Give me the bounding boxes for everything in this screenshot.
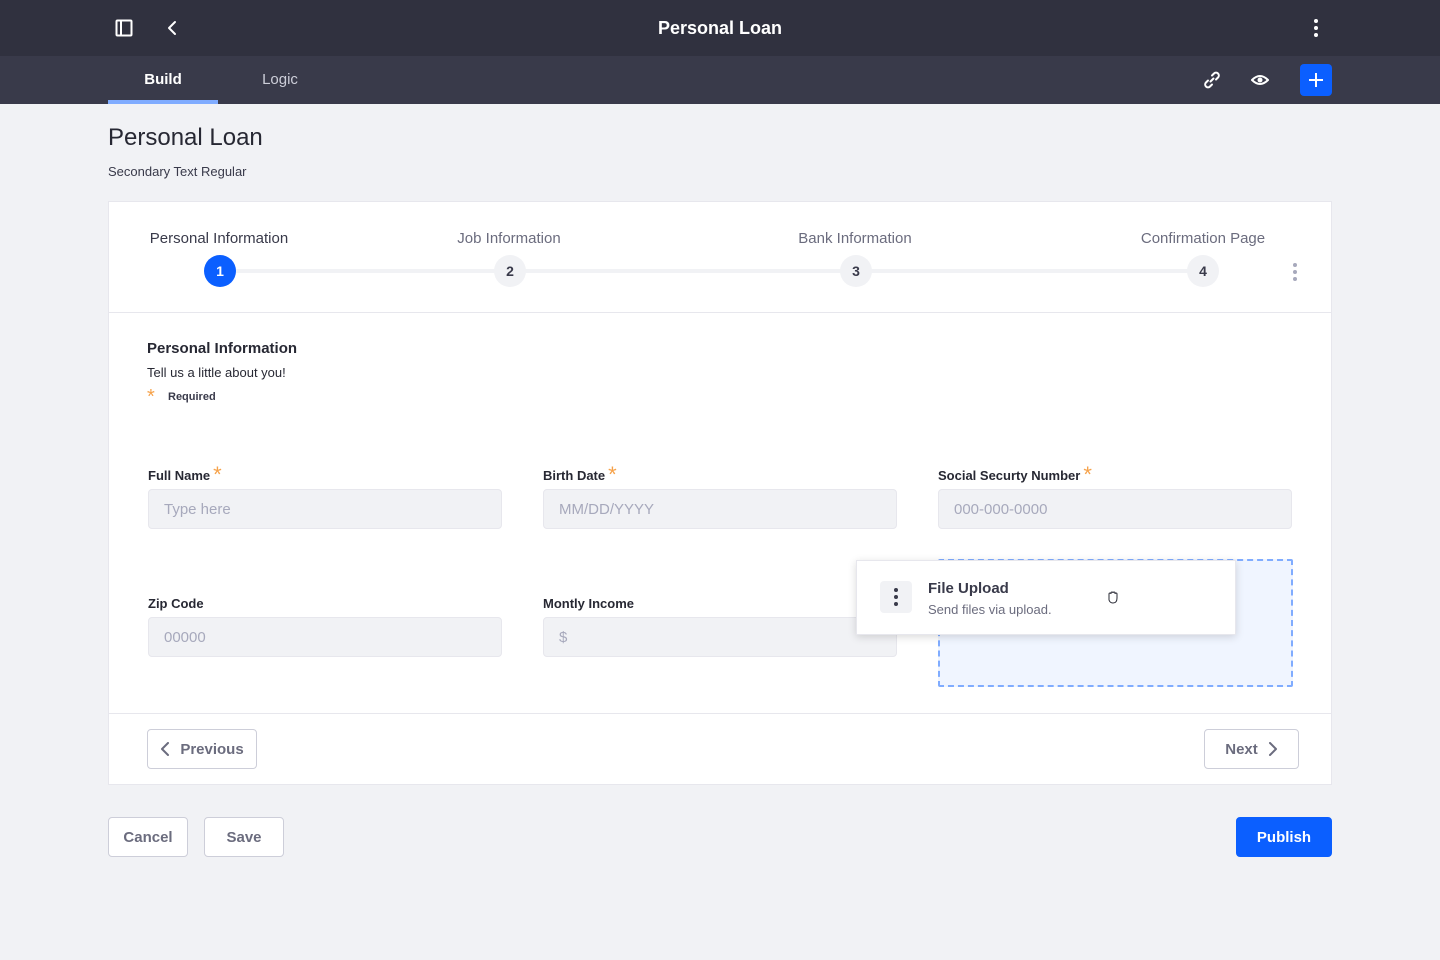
ssn-label: Social Securty Number * — [938, 462, 1092, 487]
step-track — [219, 269, 1204, 273]
required-star-icon: * — [1083, 462, 1092, 487]
full-name-input[interactable] — [148, 489, 502, 529]
monthly-income-label: Montly Income — [543, 596, 635, 611]
form-card: Personal Information 1 Job Information 2… — [108, 201, 1332, 785]
page-title: Personal Loan — [108, 124, 263, 151]
step-dot-job[interactable]: 2 — [494, 255, 526, 287]
step-dot-bank[interactable]: 3 — [840, 255, 872, 287]
drag-item-title: File Upload — [928, 580, 1009, 597]
step-label-personal[interactable]: Personal Information — [150, 230, 288, 247]
next-button[interactable]: Next — [1204, 729, 1299, 769]
cancel-button[interactable]: Cancel — [108, 817, 188, 857]
monthly-income-input[interactable] — [543, 617, 897, 657]
zip-code-input[interactable] — [148, 617, 502, 657]
step-label-job[interactable]: Job Information — [457, 230, 560, 247]
tab-build[interactable]: Build — [108, 56, 218, 104]
card-footer: Previous Next — [109, 713, 1331, 785]
section-title: Personal Information — [147, 340, 298, 357]
vertical-kebab-icon[interactable] — [1304, 16, 1328, 40]
required-star-icon: * — [608, 462, 617, 487]
previous-button[interactable]: Previous — [147, 729, 257, 769]
zip-code-label: Zip Code — [148, 596, 204, 611]
ssn-input[interactable] — [938, 489, 1292, 529]
step-progress: Personal Information 1 Job Information 2… — [109, 202, 1331, 313]
required-label: Required — [168, 391, 216, 403]
plus-icon — [1309, 73, 1323, 87]
step-label-confirmation[interactable]: Confirmation Page — [1141, 230, 1265, 247]
required-star-icon: * — [147, 386, 155, 408]
required-star-icon: * — [213, 462, 222, 487]
birth-date-label: Birth Date * — [543, 462, 617, 487]
app-title: Personal Loan — [657, 18, 783, 38]
step-label-bank[interactable]: Bank Information — [798, 230, 911, 247]
chevron-left-icon — [161, 742, 170, 756]
step-dot-personal[interactable]: 1 — [204, 255, 236, 287]
steps-kebab-icon[interactable] — [1283, 260, 1307, 284]
page-subtitle: Secondary Text Regular — [108, 164, 247, 179]
publish-button[interactable]: Publish — [1236, 817, 1332, 857]
eye-icon[interactable] — [1248, 68, 1272, 92]
grab-cursor-icon — [1105, 589, 1121, 605]
tab-logic[interactable]: Logic — [228, 56, 332, 104]
full-name-label: Full Name * — [148, 462, 222, 487]
tab-bar: Build Logic — [0, 56, 1440, 104]
dragging-file-upload-card[interactable]: File Upload Send files via upload. — [856, 560, 1236, 635]
drag-handle-icon[interactable] — [880, 581, 912, 613]
app-header: Personal Loan — [0, 0, 1440, 56]
chevron-right-icon — [1268, 742, 1277, 756]
save-button[interactable]: Save — [204, 817, 284, 857]
drag-item-description: Send files via upload. — [928, 602, 1052, 617]
link-icon[interactable] — [1200, 68, 1224, 92]
step-dot-confirmation[interactable]: 4 — [1187, 255, 1219, 287]
section-description: Tell us a little about you! — [147, 365, 286, 380]
birth-date-input[interactable] — [543, 489, 897, 529]
add-element-button[interactable] — [1300, 64, 1332, 96]
